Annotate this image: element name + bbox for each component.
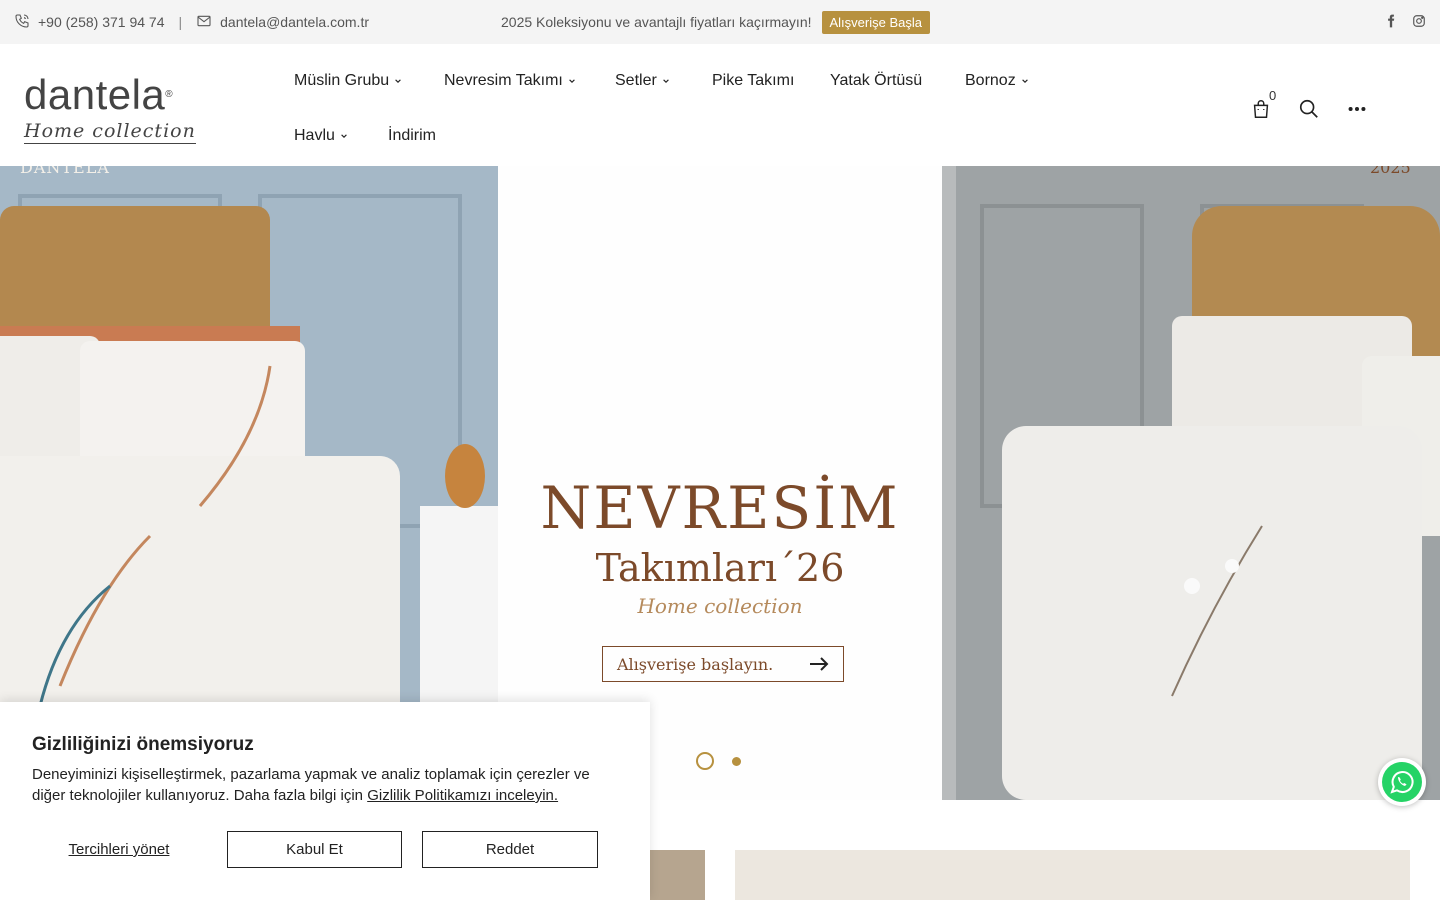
cookie-banner: Gizliliğinizi önemsiyoruz Deneyiminizi k… xyxy=(0,702,650,900)
logo-registered: ® xyxy=(165,89,174,100)
nav-item-muslin[interactable]: Müslin Grubu xyxy=(294,72,402,90)
nav-item-havlu[interactable]: Havlu xyxy=(294,127,348,145)
chevron-down-icon xyxy=(395,79,401,83)
slider-pagination xyxy=(696,752,741,770)
nav-label: Pike Takımı xyxy=(712,72,795,89)
nav-label: Havlu xyxy=(294,127,335,144)
whatsapp-button[interactable] xyxy=(1378,758,1426,806)
phone-icon xyxy=(14,13,30,32)
social-links xyxy=(1384,0,1426,44)
header-actions: 0 xyxy=(1250,88,1368,125)
nav-label: Nevresim Takımı xyxy=(444,72,563,89)
more-button[interactable] xyxy=(1346,98,1368,125)
year-watermark: 2025 xyxy=(1370,166,1411,177)
hero-subtitle: Takımları´26 xyxy=(595,546,845,590)
contact-info: +90 (258) 371 94 74 | dantela@dantela.co… xyxy=(14,0,369,44)
chevron-down-icon xyxy=(663,79,669,83)
category-card-left[interactable] xyxy=(650,850,705,900)
accept-button[interactable]: Kabul Et xyxy=(227,831,402,868)
mail-icon xyxy=(196,13,212,32)
contact-separator: | xyxy=(178,14,183,30)
hero-script: Home collection xyxy=(637,594,803,618)
chevron-down-icon xyxy=(1021,79,1028,83)
search-button[interactable] xyxy=(1298,98,1320,125)
slider-dot-1[interactable] xyxy=(696,752,714,770)
cart-count: 0 xyxy=(1269,88,1277,103)
hero-cta-label: Alışverişe başlayın. xyxy=(617,654,774,674)
chevron-down-icon xyxy=(341,134,347,138)
reject-button[interactable]: Reddet xyxy=(422,831,598,868)
promo-banner: 2025 Koleksiyonu ve avantajlı fiyatları … xyxy=(501,0,930,44)
phone-link[interactable]: +90 (258) 371 94 74 xyxy=(38,14,165,30)
hero-title: NEVRESİM xyxy=(540,474,900,542)
chevron-down-icon xyxy=(569,79,575,83)
nav-item-yatak-ortusu[interactable]: Yatak Örtüsü xyxy=(830,72,922,90)
nav-label: İndirim xyxy=(388,127,437,144)
brand-watermark: DANTELA xyxy=(20,166,110,177)
nav-item-nevresim[interactable]: Nevresim Takımı xyxy=(444,72,576,90)
nav-item-indirim[interactable]: İndirim xyxy=(388,127,436,145)
nav-item-setler[interactable]: Setler xyxy=(615,72,670,90)
privacy-policy-link[interactable]: Gizlilik Politikamızı inceleyin. xyxy=(367,787,558,804)
arrow-right-icon xyxy=(810,657,829,671)
email-link[interactable]: dantela@dantela.com.tr xyxy=(220,14,369,30)
nav-label: Müslin Grubu xyxy=(294,72,390,89)
hero-cta-button[interactable]: Alışverişe başlayın. xyxy=(602,646,844,682)
logo-tagline: Home collection xyxy=(24,120,196,144)
nav-label: Yatak Örtüsü xyxy=(830,72,923,89)
nav-label: Setler xyxy=(615,72,657,89)
site-header: dantela® Home collection Müslin Grubu Ne… xyxy=(0,44,1440,166)
cart-button[interactable]: 0 xyxy=(1250,88,1276,125)
nav-item-pike[interactable]: Pike Takımı xyxy=(712,72,794,90)
cookie-text: Deneyiminizi kişiselleştirmek, pazarlama… xyxy=(32,764,612,806)
site-logo[interactable]: dantela® Home collection xyxy=(24,74,204,148)
nav-label: Bornoz xyxy=(965,72,1016,89)
promo-button[interactable]: Alışverişe Başla xyxy=(821,10,930,34)
search-icon xyxy=(1299,99,1318,118)
slider-dot-2[interactable] xyxy=(732,756,741,766)
promo-text: 2025 Koleksiyonu ve avantajlı fiyatları … xyxy=(501,14,812,30)
facebook-icon[interactable] xyxy=(1384,14,1398,31)
category-card-right[interactable] xyxy=(735,850,1410,900)
whatsapp-icon xyxy=(1382,762,1422,802)
more-icon xyxy=(1348,106,1366,112)
nav-item-bornoz[interactable]: Bornoz xyxy=(965,72,1029,90)
hero-image-right: 2025 xyxy=(942,166,1440,800)
manage-preferences-button[interactable]: Tercihleri yönet xyxy=(32,831,206,868)
logo-wordmark: dantela xyxy=(24,71,166,118)
top-bar: +90 (258) 371 94 74 | dantela@dantela.co… xyxy=(0,0,1440,44)
cookie-title: Gizliliğinizi önemsiyoruz xyxy=(32,734,254,755)
instagram-icon[interactable] xyxy=(1412,14,1426,31)
